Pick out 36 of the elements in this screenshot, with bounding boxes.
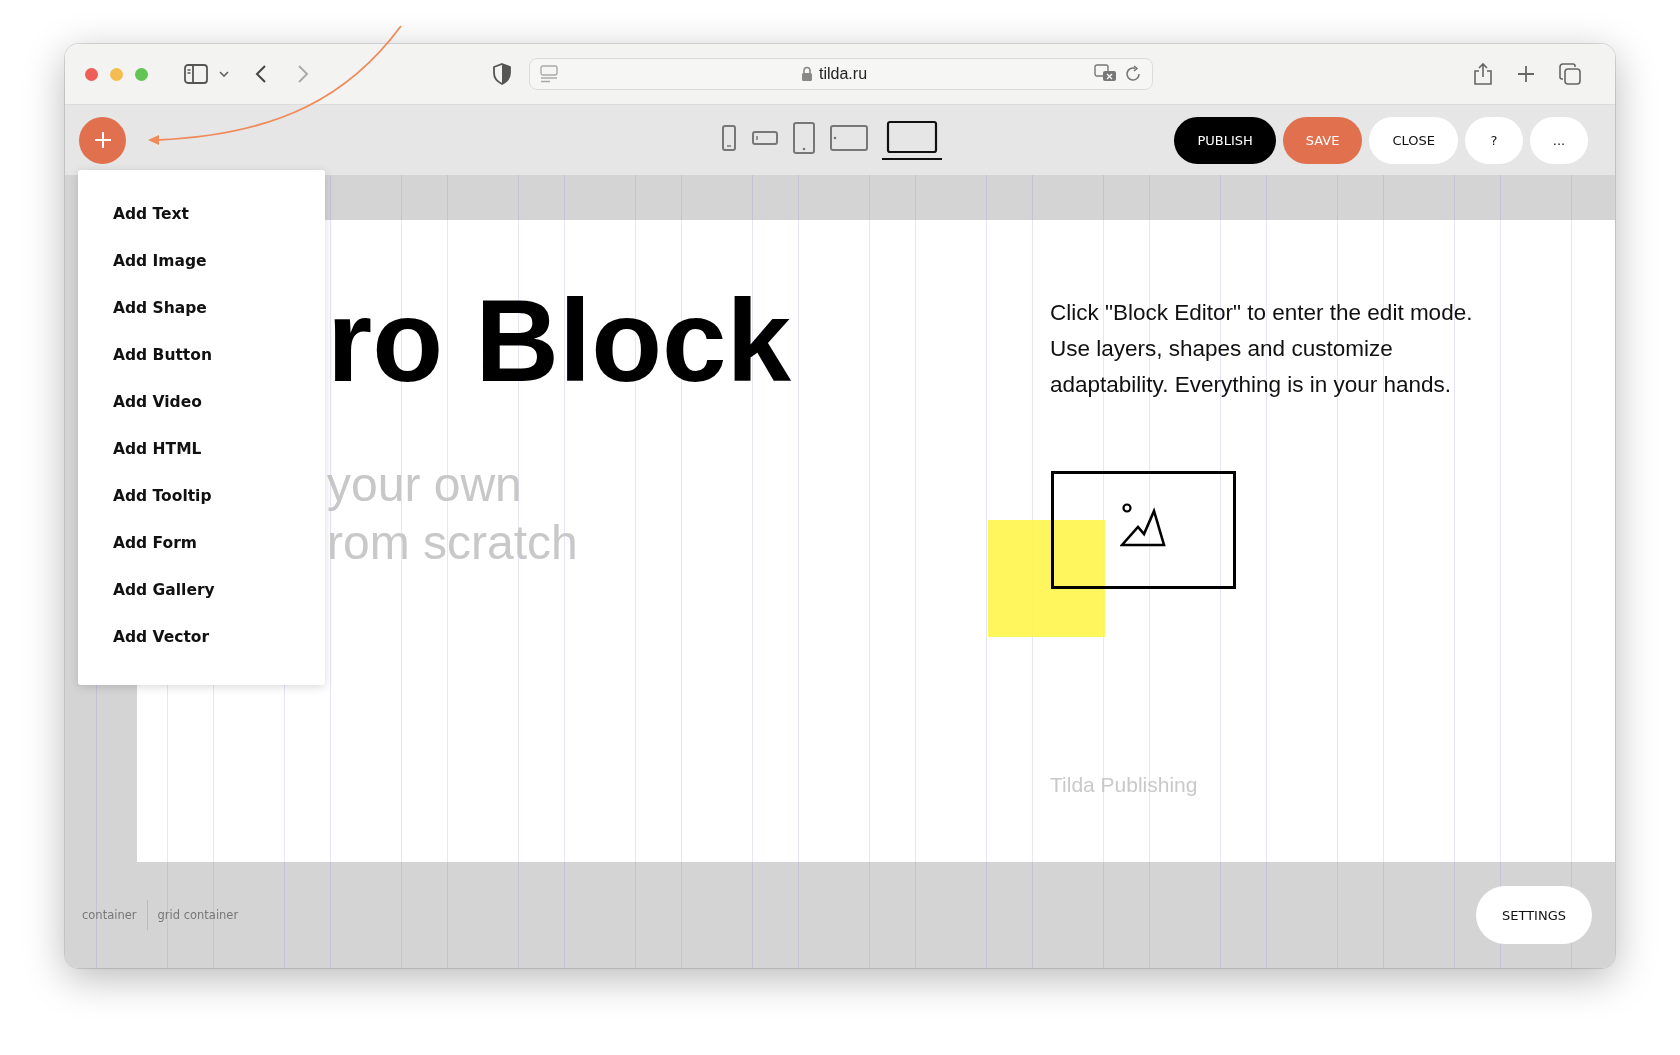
menu-item[interactable]: Add Video: [113, 386, 202, 433]
reload-icon[interactable]: [1124, 65, 1142, 83]
menu-item[interactable]: Add Gallery: [113, 574, 215, 621]
chevron-down-icon[interactable]: [219, 70, 229, 78]
tabs-overview-icon[interactable]: [1559, 63, 1581, 85]
new-tab-icon[interactable]: [1517, 65, 1535, 83]
plus-icon: [93, 131, 112, 149]
toolbar-button[interactable]: CLOSE: [1369, 116, 1458, 164]
settings-button[interactable]: SETTINGS: [1476, 886, 1592, 944]
block-title: ro Block: [327, 283, 792, 399]
description-text: Click "Block Editor" to enter the edit mode. Use layers, shapes and customize adaptability. Everything is in your hands.: [1050, 299, 1473, 399]
menu-item[interactable]: Add Shape: [113, 292, 207, 339]
lock-icon: [801, 66, 813, 82]
translate-icon[interactable]: [1094, 64, 1118, 84]
menu-item[interactable]: Add Image: [113, 245, 207, 292]
menu-item[interactable]: Add Form: [113, 527, 197, 574]
share-icon[interactable]: [1473, 62, 1493, 86]
close-window-button[interactable]: [85, 67, 98, 81]
toolbar-button[interactable]: PUBLISH: [1174, 116, 1276, 164]
address-bar[interactable]: tilda.ru: [529, 58, 1153, 90]
add-button[interactable]: [79, 116, 126, 164]
forward-icon[interactable]: [297, 64, 309, 84]
url-text: tilda.ru: [819, 65, 868, 83]
device-laptop-button[interactable]: [882, 120, 942, 160]
sidebar-icon[interactable]: [184, 64, 208, 84]
menu-item[interactable]: Add HTML: [113, 433, 202, 480]
mountain-image-icon: [1120, 503, 1166, 549]
back-icon[interactable]: [255, 64, 267, 84]
menu-item[interactable]: Add Button: [113, 339, 212, 386]
toolbar-button[interactable]: ...: [1530, 116, 1588, 164]
menu-item[interactable]: Add Text: [113, 198, 190, 245]
reader-icon[interactable]: [540, 65, 558, 83]
toolbar-button[interactable]: ?: [1465, 116, 1523, 164]
menu-item[interactable]: Add Vector: [113, 621, 210, 668]
shield-icon[interactable]: [493, 63, 511, 85]
menu-item[interactable]: Add Tooltip: [113, 480, 212, 527]
